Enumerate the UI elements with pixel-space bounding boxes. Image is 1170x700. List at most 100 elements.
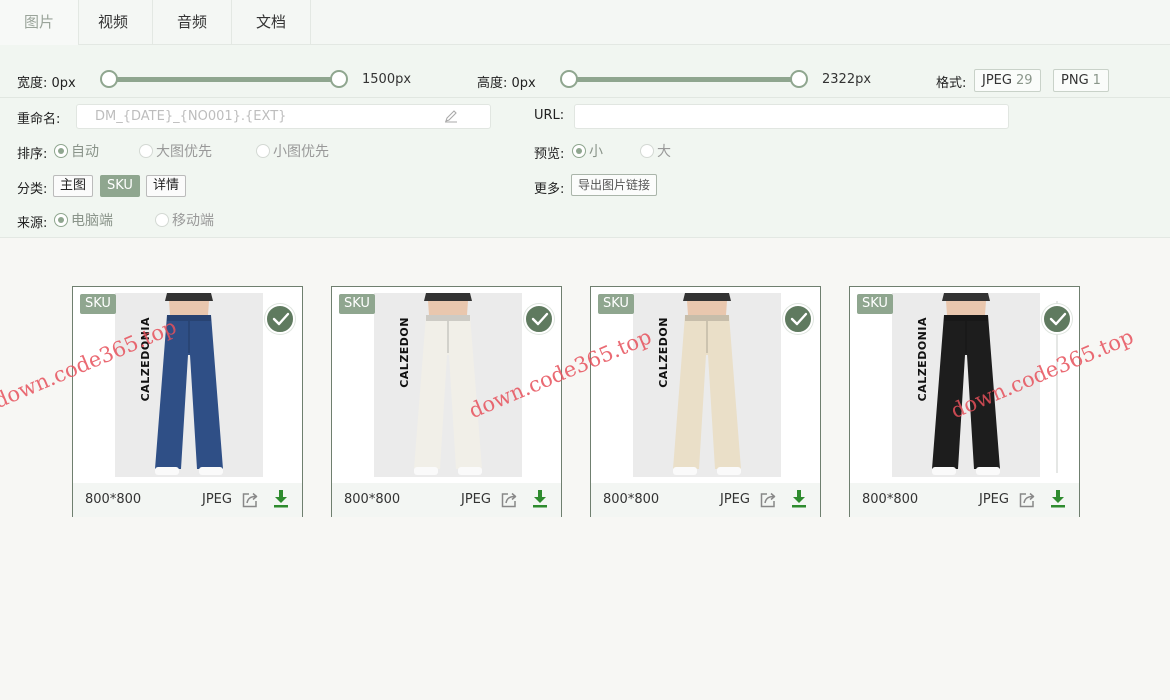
product-photo[interactable]: CALZEDONIA [892,293,1040,477]
more-label: 更多: [534,182,565,197]
selected-check-icon[interactable] [265,304,295,334]
format-jpeg-count: 29 [1015,73,1033,88]
sort-small-first-radio[interactable]: 小图优先 [256,141,329,161]
width-label: 宽度: 0px [17,76,76,91]
pants-illustration [892,293,1040,477]
brand-text: CALZEDON [398,317,411,388]
format-png-count: 1 [1092,73,1101,88]
height-slider-max-handle[interactable] [790,70,808,88]
category-detail-button[interactable]: 详情 [146,175,187,197]
radio-dot [54,144,68,158]
download-icon[interactable] [273,489,289,509]
tab-audio[interactable]: 音频 [153,0,232,45]
height-max-value: 2322px [822,72,872,87]
open-external-icon[interactable] [500,491,518,509]
product-photo[interactable]: CALZEDON [633,293,781,477]
download-icon[interactable] [791,489,807,509]
brand-text: CALZEDONIA [139,317,152,402]
card-footer: 800*800 JPEG [850,483,1079,517]
source-label: 来源: [17,216,48,231]
source-desktop-radio[interactable]: 电脑端 [54,210,113,230]
card-footer: 800*800 JPEG [591,483,820,517]
width-slider-min-handle[interactable] [100,70,118,88]
sort-small-first-label: 小图优先 [273,144,329,160]
filter-panel: 宽度: 0px 1500px 高度: 0px 2322px 格式: JPEG 29… [0,45,1170,238]
image-card[interactable]: CALZEDONIA SKU 800*800 JPEG [849,286,1080,517]
image-dimensions: 800*800 [862,492,919,507]
preview-label: 预览: [534,147,565,162]
radio-dot [572,144,586,158]
preview-small-label: 小 [589,144,603,160]
open-external-icon[interactable] [241,491,259,509]
category-sku-button[interactable]: SKU [100,175,140,197]
image-dimensions: 800*800 [344,492,401,507]
height-slider-track[interactable] [569,77,799,82]
preview-large-label: 大 [657,144,671,160]
pants-illustration [633,293,781,477]
sku-tag: SKU [857,294,893,314]
sku-tag: SKU [598,294,634,314]
open-external-icon[interactable] [759,491,777,509]
product-photo[interactable]: CALZEDONIA [115,293,263,477]
pants-illustration [115,293,263,477]
sort-auto-radio[interactable]: 自动 [54,141,99,161]
url-input[interactable] [574,104,1009,129]
image-dimensions: 800*800 [85,492,142,507]
sort-large-first-label: 大图优先 [156,144,212,160]
width-slider-track[interactable] [109,77,339,82]
rename-label: 重命名: [17,112,61,127]
category-main-button[interactable]: 主图 [53,175,94,197]
selected-check-icon[interactable] [524,304,554,334]
width-slider-max-handle[interactable] [330,70,348,88]
preview-large-radio[interactable]: 大 [640,141,671,161]
tab-documents[interactable]: 文档 [232,0,311,45]
sort-label: 排序: [17,147,48,162]
format-png-name: PNG [1061,73,1089,88]
image-type: JPEG [979,492,1009,507]
sort-large-first-radio[interactable]: 大图优先 [139,141,212,161]
image-type: JPEG [461,492,491,507]
source-desktop-label: 电脑端 [71,213,113,229]
sort-auto-label: 自动 [71,144,99,160]
brand-text: CALZEDONIA [916,317,929,402]
sku-tag: SKU [339,294,375,314]
selected-check-icon[interactable] [1042,304,1072,334]
preview-small-radio[interactable]: 小 [572,141,603,161]
tab-videos[interactable]: 视频 [74,0,153,45]
radio-dot [640,144,654,158]
tab-images[interactable]: 图片 [0,0,79,46]
format-jpeg-name: JPEG [982,73,1012,88]
source-mobile-radio[interactable]: 移动端 [155,210,214,230]
export-links-button[interactable]: 导出图片链接 [571,174,658,196]
url-label: URL: [534,108,565,123]
selected-check-icon[interactable] [783,304,813,334]
image-dimensions: 800*800 [603,492,660,507]
source-mobile-label: 移动端 [172,213,214,229]
download-icon[interactable] [1050,489,1066,509]
image-card[interactable]: CALZEDONIA SKU 800*800 JPEG [72,286,303,517]
radio-dot [54,213,68,227]
image-type: JPEG [202,492,232,507]
image-card[interactable]: CALZEDON SKU 800*800 JPEG [590,286,821,517]
format-jpeg-button[interactable]: JPEG 29 [974,69,1041,92]
card-footer: 800*800 JPEG [73,483,302,517]
edit-pen-icon[interactable] [444,109,458,123]
radio-dot [139,144,153,158]
image-card[interactable]: CALZEDON SKU 800*800 JPEG [331,286,562,517]
image-type: JPEG [720,492,750,507]
width-max-value: 1500px [362,72,412,87]
rename-input[interactable]: DM_{DATE}_{NO001}.{EXT} [76,104,491,129]
format-png-button[interactable]: PNG 1 [1053,69,1109,92]
radio-dot [155,213,169,227]
product-photo[interactable]: CALZEDON [374,293,522,477]
brand-text: CALZEDON [657,317,670,388]
open-external-icon[interactable] [1018,491,1036,509]
panel-divider [0,97,1170,98]
pants-illustration [374,293,522,477]
format-label: 格式: [936,76,967,91]
height-label: 高度: 0px [477,76,536,91]
download-icon[interactable] [532,489,548,509]
card-footer: 800*800 JPEG [332,483,561,517]
sku-tag: SKU [80,294,116,314]
height-slider-min-handle[interactable] [560,70,578,88]
